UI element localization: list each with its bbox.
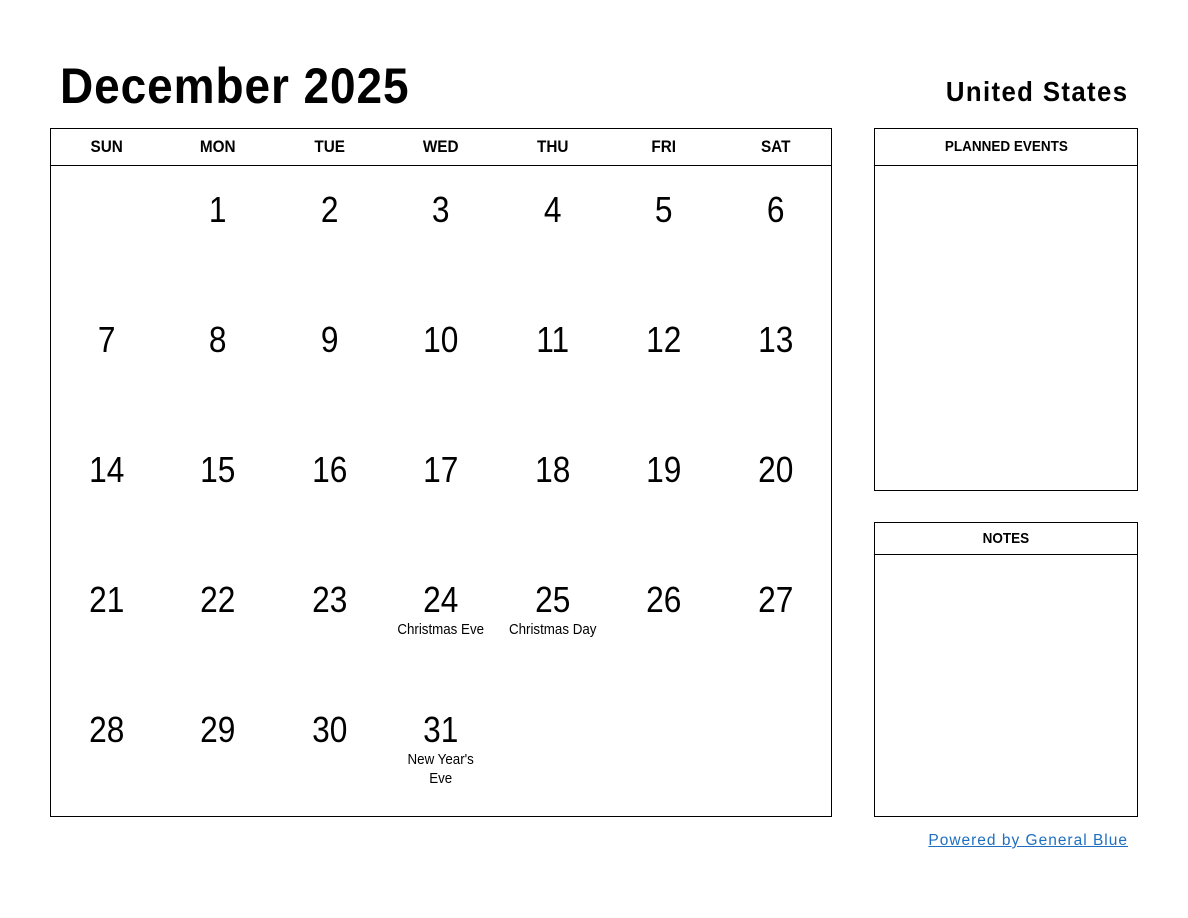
day-number: 28: [89, 709, 125, 750]
day-number: 23: [311, 579, 348, 620]
day-number: 6: [766, 189, 785, 230]
day-cell[interactable]: 3: [385, 166, 496, 296]
country-label: United States: [945, 76, 1128, 107]
day-cell[interactable]: 27: [720, 556, 831, 686]
calendar-days: 1 2 3 4 5 6 7 8 9 10 11 12 13 14 15 16 17 18 19 20 21 22 23 24 C…: [51, 166, 831, 816]
day-number: 14: [89, 449, 125, 490]
day-cell[interactable]: 7: [51, 296, 162, 426]
day-number: 29: [200, 709, 236, 750]
day-number: 9: [320, 319, 339, 360]
weekday-tue: TUE: [314, 137, 345, 156]
day-number: 19: [646, 449, 682, 490]
weekday-sun: SUN: [90, 137, 123, 156]
day-cell[interactable]: 18: [497, 426, 608, 556]
day-number: 10: [423, 319, 459, 360]
day-number: 26: [646, 579, 682, 620]
day-number: 20: [757, 449, 793, 490]
day-number: 4: [543, 189, 562, 230]
day-number: 1: [209, 189, 227, 230]
day-cell[interactable]: 25 Christmas Day: [497, 556, 608, 686]
day-number: 5: [655, 189, 673, 230]
weekday-sat: SAT: [760, 137, 790, 156]
day-number: 24: [423, 579, 459, 620]
day-cell[interactable]: 1: [162, 166, 273, 296]
day-cell[interactable]: 17: [385, 426, 496, 556]
day-cell[interactable]: 29: [162, 686, 273, 816]
notes-panel: NOTES: [874, 522, 1138, 817]
day-cell[interactable]: 14: [51, 426, 162, 556]
notes-title: NOTES: [982, 530, 1030, 547]
powered-by-link[interactable]: Powered by General Blue: [928, 832, 1128, 850]
weekday-wed: WED: [423, 137, 459, 156]
calendar-grid: SUN MON TUE WED THU FRI SAT 1 2 3 4 5 6 7 8 9 10 1…: [50, 128, 832, 817]
day-cell[interactable]: 20: [720, 426, 831, 556]
notes-header: NOTES: [875, 523, 1137, 555]
day-number: 13: [757, 319, 793, 360]
day-cell[interactable]: 11: [497, 296, 608, 426]
page-title: December 2025: [60, 58, 410, 114]
day-cell[interactable]: 28: [51, 686, 162, 816]
planned-events-title: PLANNED EVENTS: [944, 138, 1068, 155]
day-cell[interactable]: 26: [608, 556, 719, 686]
day-cell[interactable]: 10: [385, 296, 496, 426]
weekday-mon: MON: [200, 137, 236, 156]
day-number: 16: [311, 449, 348, 490]
holiday-label: Christmas Day: [508, 622, 597, 638]
day-cell[interactable]: 2: [274, 166, 385, 296]
holiday-label: Christmas Eve: [397, 622, 485, 638]
day-number: 17: [423, 449, 459, 490]
day-number: 31: [423, 709, 459, 750]
holiday-label: New Year's Eve: [407, 752, 475, 787]
planned-events-header: PLANNED EVENTS: [875, 129, 1137, 166]
day-number: 3: [432, 189, 450, 230]
day-cell[interactable]: 23: [274, 556, 385, 686]
day-cell[interactable]: 31 New Year's Eve: [385, 686, 496, 816]
day-cell[interactable]: 24 Christmas Eve: [385, 556, 496, 686]
planned-events-panel: PLANNED EVENTS: [874, 128, 1138, 491]
day-number: 30: [311, 709, 348, 750]
day-cell[interactable]: 22: [162, 556, 273, 686]
day-number: 25: [534, 579, 571, 620]
day-cell[interactable]: 5: [608, 166, 719, 296]
day-cell[interactable]: 13: [720, 296, 831, 426]
day-cell[interactable]: 9: [274, 296, 385, 426]
weekday-header: SUN MON TUE WED THU FRI SAT: [51, 129, 831, 166]
day-cell[interactable]: 21: [51, 556, 162, 686]
day-number: 12: [646, 319, 682, 360]
day-cell[interactable]: 12: [608, 296, 719, 426]
day-number: 21: [89, 579, 125, 620]
day-cell[interactable]: 19: [608, 426, 719, 556]
day-number: 11: [535, 319, 569, 360]
day-number: 27: [757, 579, 793, 620]
weekday-thu: THU: [536, 137, 569, 156]
weekday-fri: FRI: [651, 137, 677, 156]
day-cell[interactable]: 4: [497, 166, 608, 296]
day-cell[interactable]: 16: [274, 426, 385, 556]
day-cell[interactable]: 30: [274, 686, 385, 816]
day-cell[interactable]: 15: [162, 426, 273, 556]
day-number: 18: [534, 449, 571, 490]
day-number: 2: [320, 189, 339, 230]
day-number: 22: [200, 579, 236, 620]
day-cell[interactable]: 6: [720, 166, 831, 296]
day-number: 8: [209, 319, 227, 360]
day-number: 15: [200, 449, 236, 490]
day-cell[interactable]: 8: [162, 296, 273, 426]
day-number: 7: [97, 319, 116, 360]
